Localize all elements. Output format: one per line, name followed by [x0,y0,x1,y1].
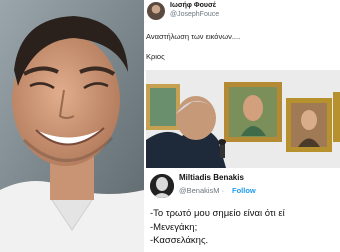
author-name[interactable]: Ιωσήφ Φουσέ [170,2,216,9]
quoted-line-2: -Μενεγάκη; [150,222,198,233]
tweet-header: Ιωσήφ Φουσέ @JosephFouce [146,0,340,22]
quoted-line-1: -Το τρωτό μου σημείο είναι ότι εί [150,208,285,219]
tweet-text: Αναστήλωση των εικόνων.... [146,32,241,41]
portrait-photo [0,0,144,252]
portrait-image [0,0,144,252]
follow-button[interactable]: Follow [232,186,256,195]
tweet-column: Ιωσήφ Φουσέ @JosephFouce Αναστήλωση των … [146,0,340,252]
image-caption: Κριος [146,52,165,61]
avatar-image [150,174,174,198]
avatar[interactable] [147,2,165,20]
handle-text: @BenakisM [179,186,220,195]
quoted-tweet-card[interactable]: Miltiadis Benakis @BenakisM · Follow -Το… [146,168,340,252]
author-handle[interactable]: @JosephFouce [170,11,219,18]
separator-dot: · [221,186,225,195]
quoted-author-handle[interactable]: @BenakisM · [179,186,224,195]
quoted-line-3: -Κασσελάκης. [150,235,209,246]
avatar[interactable] [150,174,174,198]
quoted-author-name[interactable]: Miltiadis Benakis [179,173,244,182]
gallery-illustration [146,70,340,168]
gallery-image[interactable] [146,70,340,168]
